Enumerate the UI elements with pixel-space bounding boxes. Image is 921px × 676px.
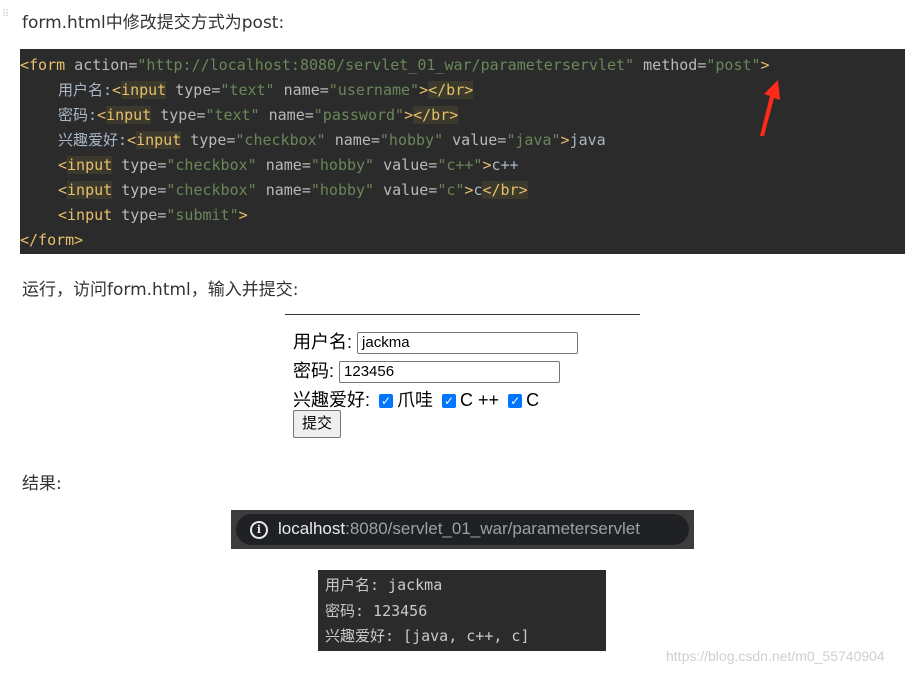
code-token: < xyxy=(112,81,122,99)
code-token: < xyxy=(58,181,68,199)
code-token: "java" xyxy=(506,131,561,149)
code-token: "hobby" xyxy=(379,131,444,149)
code-token: < xyxy=(97,106,107,124)
code-line: <input type="checkbox" name="hobby" valu… xyxy=(20,178,905,203)
code-token: <input xyxy=(58,206,113,224)
form-demo: 用户名: jackma 密码: 123456 兴趣爱好: ✓ 爪哇 ✓ C ++ ✓… xyxy=(285,314,640,444)
divider xyxy=(285,314,640,315)
watermark: https://blog.csdn.net/m0_55740904 xyxy=(666,648,885,664)
code-token: method= xyxy=(634,56,707,74)
cpp-checkbox[interactable]: ✓ xyxy=(442,394,457,409)
code-token: type= xyxy=(112,206,167,224)
code-token: c++ xyxy=(491,156,519,174)
code-token: input xyxy=(121,81,167,99)
code-token: "c++" xyxy=(437,156,483,174)
code-token: "checkbox" xyxy=(166,181,257,199)
code-token: > xyxy=(238,206,248,224)
code-token: input xyxy=(67,181,113,199)
code-token: </br> xyxy=(482,181,528,199)
result-line: 用户名: jackma xyxy=(325,576,443,594)
url-path: :8080/servlet_01_war/parameterservlet xyxy=(345,519,640,538)
code-token: > xyxy=(560,131,570,149)
code-token: > xyxy=(760,56,770,74)
code-token: "hobby" xyxy=(310,156,375,174)
code-line: <input type="checkbox" name="hobby" valu… xyxy=(20,153,905,178)
code-token: value= xyxy=(443,131,507,149)
code-token: java xyxy=(569,131,606,149)
code-token: name= xyxy=(259,106,314,124)
code-token: "password" xyxy=(313,106,405,124)
intro-paragraph: form.html中修改提交方式为post: xyxy=(22,13,285,33)
code-token: > xyxy=(404,106,414,124)
result-line: 兴趣爱好: [java, c++, c] xyxy=(325,627,530,645)
username-label: 用户名: xyxy=(293,332,353,352)
code-token: type= xyxy=(151,106,206,124)
code-token: name= xyxy=(256,181,311,199)
run-paragraph: 运行，访问form.html，输入并提交: xyxy=(22,280,299,300)
code-token: value= xyxy=(374,181,438,199)
password-label: 密码: xyxy=(293,361,335,381)
code-token: 密码: xyxy=(58,106,98,124)
code-token: > xyxy=(419,81,429,99)
code-token: input xyxy=(106,106,152,124)
code-token: "checkbox" xyxy=(166,156,257,174)
password-input[interactable]: 123456 xyxy=(339,361,561,384)
browser-address-bar: i localhost:8080/servlet_01_war/paramete… xyxy=(231,510,694,549)
code-token: action= xyxy=(65,56,138,74)
code-token: "hobby" xyxy=(310,181,375,199)
c-checkbox[interactable]: ✓ xyxy=(508,394,523,409)
red-arrow-icon xyxy=(760,80,780,136)
java-checkbox[interactable]: ✓ xyxy=(379,394,394,409)
code-token: name= xyxy=(274,81,329,99)
result-line: 密码: 123456 xyxy=(325,601,428,620)
c-option-label: C xyxy=(526,390,540,410)
java-option-label: 爪哇 xyxy=(397,390,434,410)
code-token: "c" xyxy=(437,181,465,199)
code-line: <form action="http://localhost:8080/serv… xyxy=(20,53,905,78)
code-token: "text" xyxy=(205,106,260,124)
code-token: type= xyxy=(166,81,221,99)
hobby-row: 兴趣爱好: ✓ 爪哇 ✓ C ++ ✓ C xyxy=(293,386,539,412)
cpp-option-label: C ++ xyxy=(460,390,500,410)
code-token: 用户名: xyxy=(58,81,113,99)
result-heading: 结果: xyxy=(22,474,62,494)
code-token: <form xyxy=(20,56,66,74)
code-token: 兴趣爱好: xyxy=(58,131,128,149)
code-token: < xyxy=(127,131,137,149)
code-token: </form> xyxy=(20,231,84,249)
code-token: name= xyxy=(256,156,311,174)
code-line: </form> xyxy=(20,228,905,253)
code-line: <input type="submit"> xyxy=(20,203,905,228)
password-row: 密码: 123456 xyxy=(293,357,561,384)
hobby-label: 兴趣爱好: xyxy=(293,390,371,410)
url-field[interactable]: i localhost:8080/servlet_01_war/paramete… xyxy=(236,514,689,545)
code-token: "username" xyxy=(328,81,420,99)
result-output: 用户名: jackma 密码: 123456 兴趣爱好: [java, c++,… xyxy=(318,570,606,651)
code-token: name= xyxy=(325,131,380,149)
code-token: < xyxy=(58,156,68,174)
code-token: input xyxy=(67,156,113,174)
code-token: type= xyxy=(112,156,167,174)
code-token: </br> xyxy=(413,106,459,124)
code-token: "text" xyxy=(220,81,275,99)
code-token: "http://localhost:8080/servlet_01_war/pa… xyxy=(137,56,635,74)
code-token: "checkbox" xyxy=(235,131,326,149)
info-icon[interactable]: i xyxy=(250,521,268,539)
code-token: "submit" xyxy=(166,206,239,224)
code-token: "post" xyxy=(706,56,761,74)
code-token: type= xyxy=(181,131,236,149)
code-token: type= xyxy=(112,181,167,199)
username-input[interactable]: jackma xyxy=(357,332,579,355)
code-token: value= xyxy=(374,156,438,174)
url-text[interactable]: localhost:8080/servlet_01_war/parameters… xyxy=(278,519,640,539)
code-token: input xyxy=(136,131,182,149)
submit-button[interactable]: 提交 xyxy=(293,410,342,438)
username-row: 用户名: jackma xyxy=(293,328,579,355)
code-token: </br> xyxy=(428,81,474,99)
drag-handle-icon[interactable]: ⠿ xyxy=(2,10,12,28)
code-token: > xyxy=(482,156,492,174)
url-host: localhost xyxy=(278,519,346,538)
